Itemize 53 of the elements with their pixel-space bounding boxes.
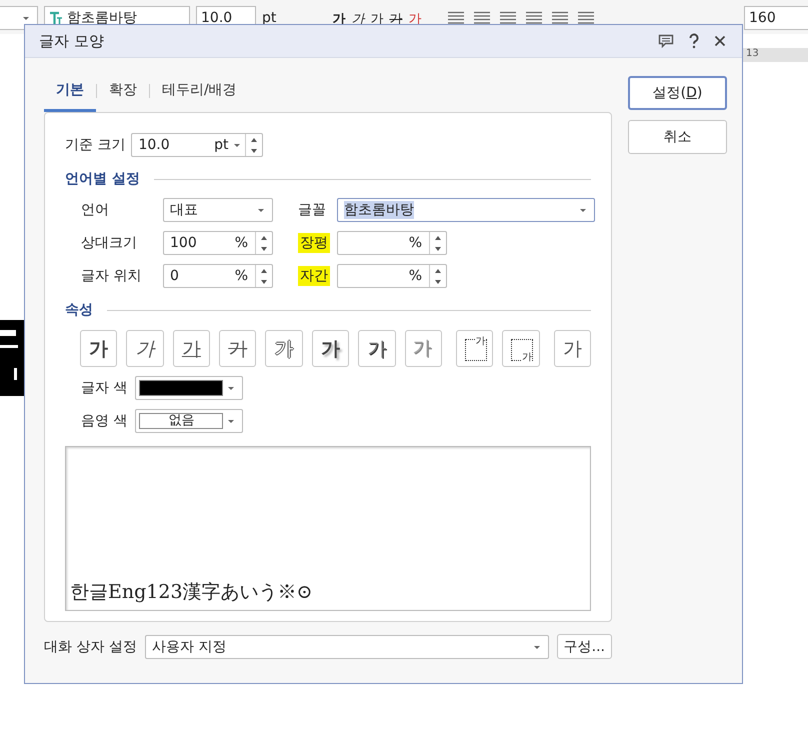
emboss-button[interactable]: 가 bbox=[358, 330, 396, 367]
close-icon[interactable] bbox=[714, 35, 726, 47]
field-label: 음영 색 bbox=[81, 412, 128, 430]
engrave-button[interactable]: 가 bbox=[404, 330, 442, 367]
spacing-field[interactable]: % bbox=[337, 264, 447, 288]
configure-button[interactable]: 구성... bbox=[556, 634, 612, 659]
style-button[interactable]: 가 bbox=[389, 10, 402, 28]
style-button[interactable]: 가 bbox=[370, 10, 384, 28]
section-title: 언어별 설정 bbox=[65, 170, 140, 188]
ruler-mark: 13 bbox=[746, 48, 759, 59]
field-label: 글꼴 bbox=[298, 201, 326, 219]
shade-color-dropdown[interactable]: 없음 bbox=[135, 409, 244, 433]
cancel-button[interactable]: 취소 bbox=[628, 120, 727, 154]
font-dropdown[interactable]: 함초롬바탕 bbox=[337, 198, 595, 222]
superscript-button[interactable]: 가 bbox=[456, 330, 494, 367]
tab[interactable]: 확장 bbox=[97, 76, 149, 112]
field-label: 상대크기 bbox=[81, 234, 138, 252]
italic-button[interactable]: 가 bbox=[126, 330, 164, 367]
font-icon bbox=[49, 11, 63, 25]
unit-label: pt bbox=[262, 10, 276, 26]
normal-button[interactable]: 가 bbox=[554, 330, 591, 367]
tab[interactable]: 테두리/배경 bbox=[150, 76, 249, 112]
help-icon[interactable] bbox=[688, 33, 700, 49]
field-label: 기준 크기 bbox=[65, 136, 126, 154]
window-title: 글자 모양 bbox=[39, 32, 104, 50]
field-label: 언어 bbox=[81, 201, 110, 219]
toolbar-dropdown[interactable] bbox=[0, 6, 38, 30]
relative-size-field[interactable]: 100 % bbox=[163, 231, 273, 255]
style-button[interactable]: 가 bbox=[351, 10, 364, 28]
field-label: 대화 상자 설정 bbox=[44, 638, 137, 656]
comment-icon[interactable] bbox=[658, 34, 674, 48]
shadow-button[interactable]: 가 bbox=[312, 330, 350, 367]
underline-button[interactable]: 가 bbox=[172, 330, 210, 367]
style-button[interactable]: 가 bbox=[332, 10, 346, 28]
ok-button[interactable]: 설정(D) bbox=[628, 76, 727, 110]
dialog-setting-dropdown[interactable]: 사용자 지정 bbox=[144, 634, 549, 658]
line-spacing-field[interactable]: 160 bbox=[744, 6, 808, 30]
section-title: 속성 bbox=[65, 301, 93, 319]
style-button[interactable]: 가 bbox=[408, 10, 422, 28]
field-label: 자간 bbox=[298, 266, 330, 286]
subscript-button[interactable]: 가 bbox=[502, 330, 540, 367]
bold-button[interactable]: 가 bbox=[80, 330, 118, 367]
field-label: 글자 위치 bbox=[81, 267, 142, 285]
text-color-dropdown[interactable] bbox=[135, 376, 244, 400]
width-ratio-field[interactable]: % bbox=[337, 231, 447, 255]
field-label: 글자 색 bbox=[81, 379, 128, 397]
preview-text: 한글Eng123漢字あいう※⊙ bbox=[70, 580, 312, 605]
field-label: 장평 bbox=[298, 233, 330, 253]
strike-button[interactable]: 가 bbox=[219, 330, 256, 367]
language-dropdown[interactable]: 대표 bbox=[163, 198, 273, 222]
outline-button[interactable]: 가 bbox=[265, 330, 303, 367]
base-size-field[interactable]: 10.0 pt bbox=[131, 133, 264, 157]
position-field[interactable]: 0 % bbox=[163, 264, 273, 288]
